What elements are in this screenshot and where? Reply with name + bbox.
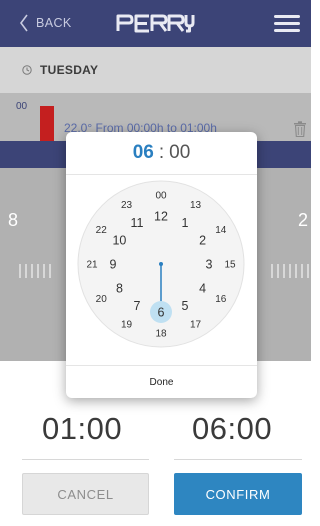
day-header: TUESDAY [0,47,311,93]
dial-hour-outer[interactable]: 14 [215,225,227,236]
dial-hour-outer[interactable]: 18 [155,329,167,340]
day-label: TUESDAY [40,63,99,77]
dial-hour-outer[interactable]: 15 [224,260,236,271]
edge-number-right: 2 [298,210,309,230]
time-picker-header: 06 : 00 [66,132,257,174]
dial-hour-outer[interactable]: 22 [96,225,108,236]
back-button[interactable]: BACK [18,12,72,34]
dial-hour-inner[interactable]: 10 [112,234,126,248]
dial-hour-inner[interactable]: 11 [131,216,144,230]
ruler-ticks-right [271,264,309,278]
dial-hour-outer[interactable]: 16 [215,294,227,305]
end-time[interactable]: 06:00 [192,411,272,447]
confirm-button[interactable]: CONFIRM [174,473,302,515]
chevron-left-icon [20,14,28,32]
dial-hour-inner[interactable]: 5 [182,299,189,313]
dial-hour-inner[interactable]: 7 [134,299,141,313]
end-time-underline [174,459,302,460]
app-header: BACK [0,0,311,47]
dial-hour-inner[interactable]: 12 [154,210,168,224]
ruler-ticks-left [19,264,51,278]
dial-hour-inner[interactable]: 4 [199,282,206,296]
dial-hour-inner[interactable]: 3 [206,258,213,272]
program-temperature-bar [40,106,54,141]
selected-minute[interactable]: 00 [169,142,190,164]
selected-hour[interactable]: 06 [133,142,154,164]
start-time[interactable]: 01:00 [42,411,122,447]
dial-hour-inner[interactable]: 8 [116,282,123,296]
edge-number-left: 8 [8,210,19,230]
program-hour-label: 00 [16,101,28,112]
dial-hour-outer[interactable]: 19 [121,319,133,330]
hamburger-menu-icon[interactable] [274,12,300,34]
clock-dial[interactable]: 00131415161718192021222312 1234567891011 [77,180,245,348]
clock-hand-center [159,262,163,266]
dial-hour-inner[interactable]: 1 [182,216,189,230]
trash-icon[interactable] [293,121,307,137]
dial-hour-outer[interactable]: 21 [86,260,98,271]
time-separator: : [158,142,165,163]
perry-logo [116,14,195,33]
cancel-button[interactable]: CANCEL [22,473,149,515]
dial-hour-outer[interactable]: 13 [190,200,202,211]
time-picker-dialog: 06 : 00 00 13 14 15 16 17 18 19 20 21 22 23 12 1 2 3 4 5 6… [66,132,257,398]
back-label: BACK [36,16,72,30]
dial-hour-outer[interactable]: 00 [155,191,167,202]
brand-logo [114,11,196,35]
dial-hour-inner[interactable]: 6 [158,306,165,320]
clock-icon [22,65,32,75]
start-time-underline [22,459,149,460]
dial-hour-outer[interactable]: 20 [96,294,108,305]
dial-hour-inner[interactable]: 9 [110,258,117,272]
header-divider [66,174,257,175]
dial-hour-outer[interactable]: 17 [190,319,202,330]
dial-hour-inner[interactable]: 2 [199,234,206,248]
dial-hour-outer[interactable]: 23 [121,200,133,211]
done-button[interactable]: Done [66,366,257,398]
